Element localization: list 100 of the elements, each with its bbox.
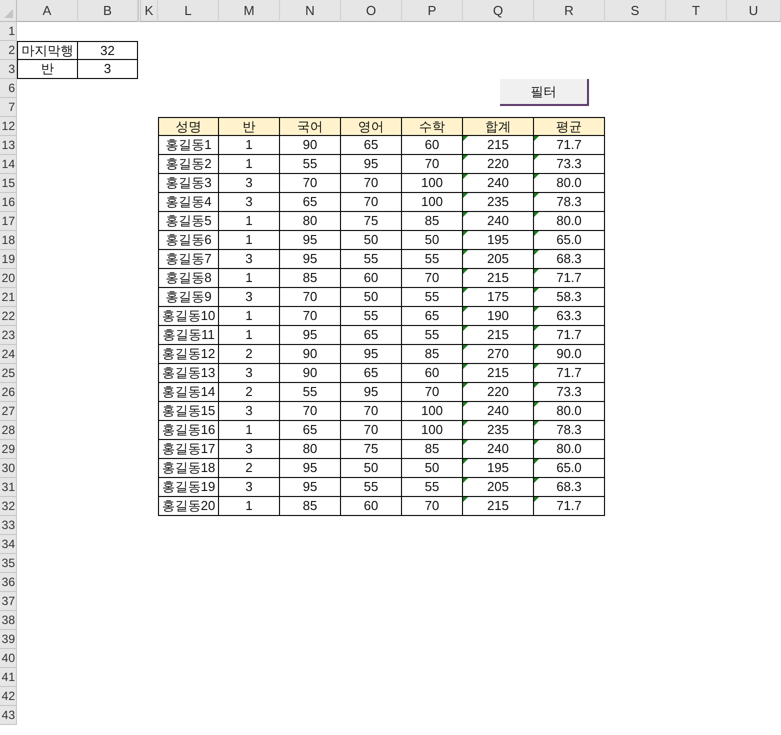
error-indicator-icon[interactable] [463,231,468,236]
error-indicator-icon[interactable] [534,288,539,293]
row-header[interactable]: 42 [0,687,17,706]
row-header[interactable]: 20 [0,269,17,288]
row-header[interactable]: 30 [0,459,17,478]
error-indicator-icon[interactable] [463,459,468,464]
row-header[interactable]: 14 [0,155,17,174]
error-indicator-icon[interactable] [534,345,539,350]
value-cell: 32 [78,41,138,60]
error-indicator-icon[interactable] [463,402,468,407]
column-header[interactable]: A [17,0,78,22]
table-cell: 70 [341,402,402,421]
table-cell: 65 [341,364,402,383]
error-indicator-icon[interactable] [534,440,539,445]
column-header[interactable]: S [605,0,666,22]
column-header[interactable]: M [219,0,280,22]
row-header[interactable]: 29 [0,440,17,459]
table-cell: 215 [463,364,534,383]
error-indicator-icon[interactable] [534,212,539,217]
error-indicator-icon[interactable] [463,326,468,331]
row-header[interactable]: 33 [0,516,17,535]
column-header[interactable]: U [727,0,781,22]
row-header[interactable]: 17 [0,212,17,231]
error-indicator-icon[interactable] [534,231,539,236]
row-header[interactable]: 22 [0,307,17,326]
error-indicator-icon[interactable] [463,212,468,217]
row-header[interactable]: 6 [0,79,17,98]
row-header[interactable]: 37 [0,592,17,611]
column-header[interactable]: B [78,0,138,22]
column-header[interactable]: L [158,0,219,22]
column-header[interactable]: R [534,0,605,22]
column-header[interactable]: N [280,0,341,22]
error-indicator-icon[interactable] [534,383,539,388]
table-cell: 50 [341,288,402,307]
row-header[interactable]: 12 [0,117,17,136]
error-indicator-icon[interactable] [463,269,468,274]
error-indicator-icon[interactable] [463,288,468,293]
error-indicator-icon[interactable] [534,326,539,331]
error-indicator-icon[interactable] [463,440,468,445]
error-indicator-icon[interactable] [534,478,539,483]
row-header[interactable]: 35 [0,554,17,573]
error-indicator-icon[interactable] [534,269,539,274]
column-header[interactable]: T [666,0,727,22]
row-header[interactable]: 25 [0,364,17,383]
row-header[interactable]: 28 [0,421,17,440]
error-indicator-icon[interactable] [463,155,468,160]
row-header[interactable]: 13 [0,136,17,155]
error-indicator-icon[interactable] [463,364,468,369]
error-indicator-icon[interactable] [463,383,468,388]
error-indicator-icon[interactable] [534,364,539,369]
error-indicator-icon[interactable] [463,478,468,483]
error-indicator-icon[interactable] [463,497,468,502]
table-cell: 50 [402,231,463,250]
table-cell: 60 [402,136,463,155]
row-header[interactable]: 41 [0,668,17,687]
row-header[interactable]: 23 [0,326,17,345]
row-header[interactable]: 7 [0,98,17,117]
row-header[interactable]: 15 [0,174,17,193]
row-header[interactable]: 36 [0,573,17,592]
column-header[interactable]: Q [463,0,534,22]
row-header[interactable]: 27 [0,402,17,421]
row-header[interactable]: 40 [0,649,17,668]
row-header[interactable]: 38 [0,611,17,630]
row-header[interactable]: 1 [0,22,17,41]
row-header[interactable]: 24 [0,345,17,364]
error-indicator-icon[interactable] [534,155,539,160]
table-cell: 3 [219,288,280,307]
row-header[interactable]: 31 [0,478,17,497]
error-indicator-icon[interactable] [534,250,539,255]
error-indicator-icon[interactable] [534,174,539,179]
row-header[interactable]: 18 [0,231,17,250]
row-header[interactable]: 32 [0,497,17,516]
table-cell: 70 [280,174,341,193]
error-indicator-icon[interactable] [463,193,468,198]
error-indicator-icon[interactable] [463,174,468,179]
error-indicator-icon[interactable] [463,345,468,350]
row-header[interactable]: 26 [0,383,17,402]
row-header[interactable]: 16 [0,193,17,212]
row-header[interactable]: 43 [0,706,17,725]
error-indicator-icon[interactable] [463,421,468,426]
filter-button[interactable]: 필터 [500,79,589,106]
column-header[interactable]: K [138,0,158,22]
error-indicator-icon[interactable] [534,421,539,426]
row-header[interactable]: 3 [0,60,17,79]
table-cell: 홍길동16 [158,421,219,440]
row-header[interactable]: 2 [0,41,17,60]
row-header[interactable]: 19 [0,250,17,269]
error-indicator-icon[interactable] [534,497,539,502]
table-cell: 55 [341,307,402,326]
error-indicator-icon[interactable] [534,193,539,198]
error-indicator-icon[interactable] [534,459,539,464]
error-indicator-icon[interactable] [534,402,539,407]
error-indicator-icon[interactable] [534,307,539,312]
column-header[interactable]: P [402,0,463,22]
row-header[interactable]: 34 [0,535,17,554]
column-header[interactable]: O [341,0,402,22]
error-indicator-icon[interactable] [463,307,468,312]
error-indicator-icon[interactable] [463,250,468,255]
row-header[interactable]: 39 [0,630,17,649]
row-header[interactable]: 21 [0,288,17,307]
